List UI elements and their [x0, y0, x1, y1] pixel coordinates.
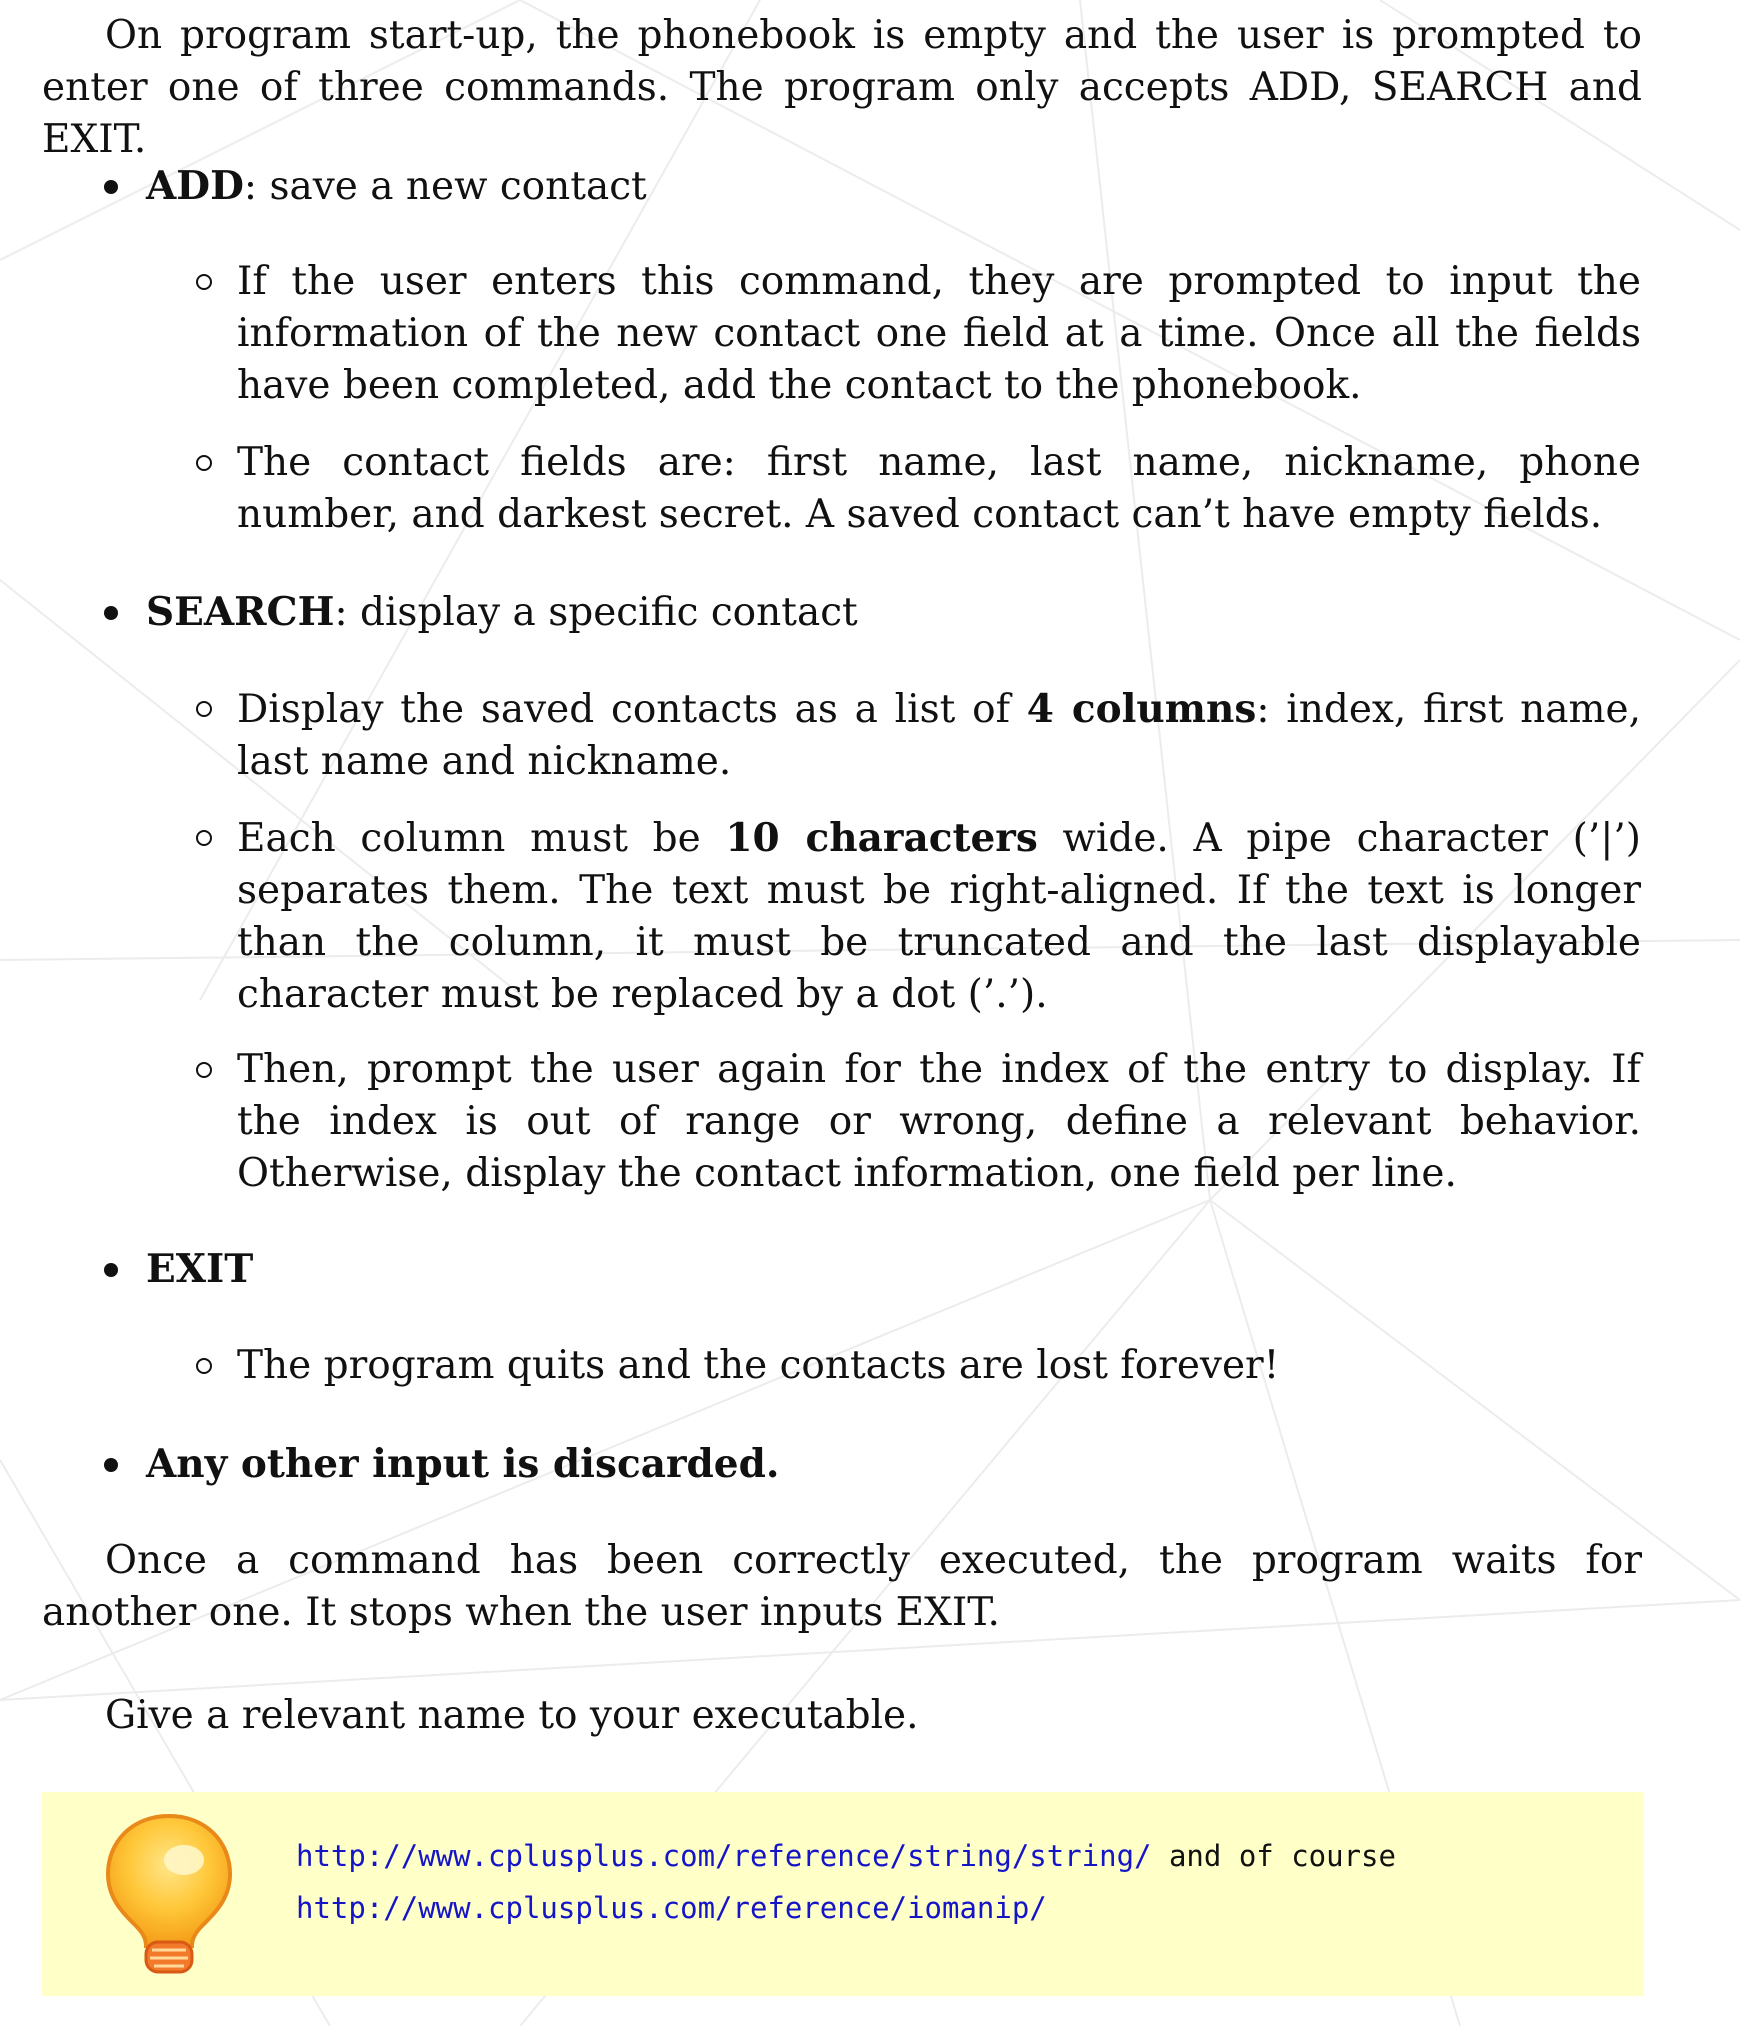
- sub-item-search-2: Each column must be 10 characters wide. …: [196, 812, 1641, 1021]
- intro-text: On program start-up, the phonebook is em…: [42, 13, 1642, 162]
- circle-bullet-icon: [196, 1358, 212, 1374]
- circle-bullet-icon: [196, 830, 212, 846]
- circle-bullet-icon: [196, 455, 212, 471]
- sub-item-search-1: Display the saved contacts as a list of …: [196, 683, 1641, 788]
- sub-item-exit-1: The program quits and the contacts are l…: [196, 1340, 1641, 1392]
- bullet-dot-icon: [104, 1458, 118, 1472]
- bullet-dot-icon: [104, 606, 118, 620]
- command-search: SEARCH: [146, 589, 335, 635]
- hint-line-2: http://www.cplusplus.com/reference/ioman…: [296, 1882, 1396, 1934]
- command-add: ADD: [146, 163, 244, 209]
- hint-connector: and of course: [1151, 1839, 1396, 1873]
- circle-bullet-icon: [196, 274, 212, 290]
- link-iomanip-reference[interactable]: http://www.cplusplus.com/reference/ioman…: [296, 1891, 1047, 1925]
- outro-text: Once a command has been correctly execut…: [42, 1538, 1642, 1635]
- sub-item-add-1: If the user enters this command, they ar…: [196, 256, 1641, 412]
- document-page: On program start-up, the phonebook is em…: [0, 0, 1740, 2026]
- bullet-dot-icon: [104, 1263, 118, 1277]
- link-string-reference[interactable]: http://www.cplusplus.com/reference/strin…: [296, 1839, 1152, 1873]
- sub-item-search-3: Then, prompt the user again for the inde…: [196, 1044, 1641, 1200]
- naming-text: Give a relevant name to your executable.: [105, 1693, 919, 1738]
- command-add-desc: : save a new contact: [243, 164, 647, 209]
- intro-paragraph: On program start-up, the phonebook is em…: [42, 10, 1642, 166]
- hint-line-1: http://www.cplusplus.com/reference/strin…: [296, 1830, 1396, 1882]
- circle-bullet-icon: [196, 701, 212, 717]
- sub-item-add-2: The contact fields are: first name, last…: [196, 437, 1641, 541]
- command-other: Any other input is discarded.: [146, 1441, 780, 1487]
- hint-box: http://www.cplusplus.com/reference/strin…: [42, 1792, 1644, 1996]
- outro-paragraph: Once a command has been correctly execut…: [42, 1535, 1642, 1639]
- naming-paragraph: Give a relevant name to your executable.: [42, 1690, 1642, 1742]
- circle-bullet-icon: [196, 1062, 212, 1078]
- bullet-dot-icon: [104, 180, 118, 194]
- lightbulb-icon: [105, 1813, 233, 1974]
- command-search-desc: : display a specific contact: [334, 590, 858, 635]
- hint-text: http://www.cplusplus.com/reference/strin…: [296, 1830, 1396, 1934]
- command-exit: EXIT: [146, 1246, 254, 1292]
